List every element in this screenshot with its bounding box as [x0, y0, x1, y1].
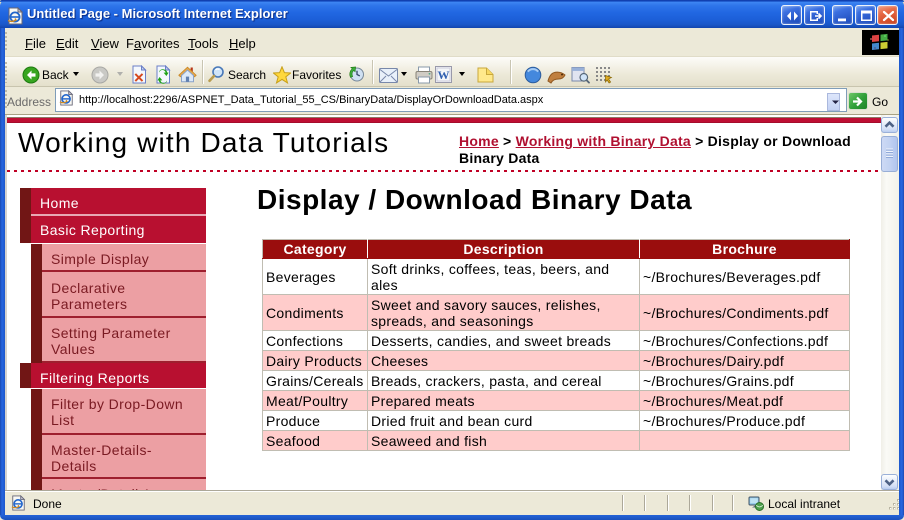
svg-text:W: W — [438, 68, 450, 82]
